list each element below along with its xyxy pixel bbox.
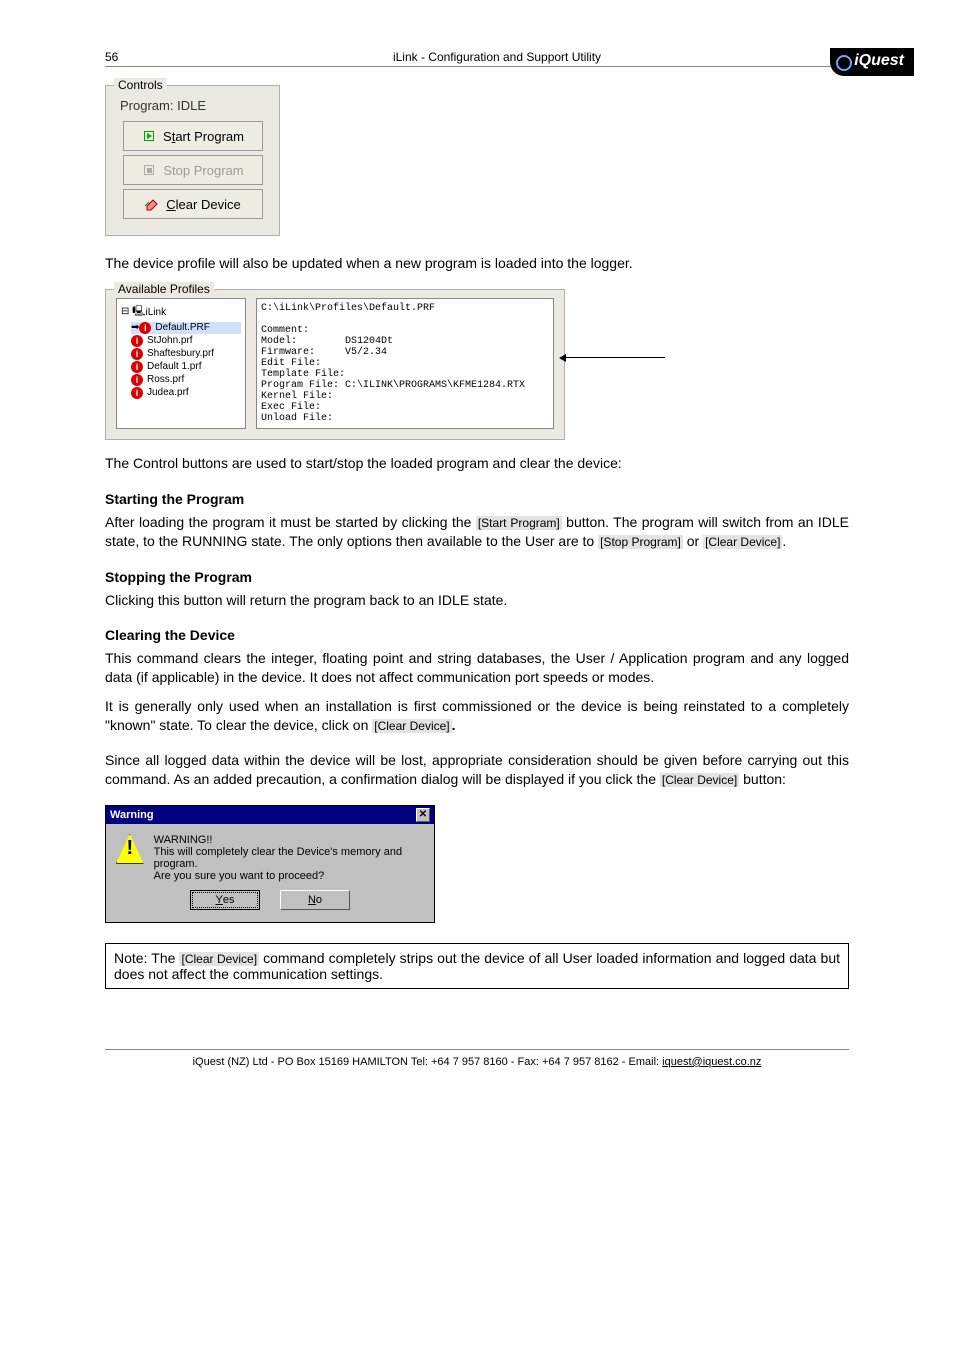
page-header: 56 iLink - Configuration and Support Uti… [105,50,849,67]
footer-email-link[interactable]: iquest@iquest.co.nz [662,1056,761,1068]
clear-device-label: [Clear Device] [179,952,259,966]
heading-clearing: Clearing the Device [105,627,849,643]
close-icon[interactable]: ✕ [416,808,430,822]
eraser-icon [144,196,160,212]
paragraph-clearing-1: This command clears the integer, floatin… [105,649,849,687]
profiles-legend: Available Profiles [114,282,214,296]
dialog-titlebar: Warning ✕ [106,806,434,824]
tree-item[interactable]: iRoss.prf [131,374,241,386]
profiles-tree[interactable]: ⊟ 🖳 iLink ➡iDefault.PRF iStJohn.prf iSha… [116,298,246,429]
paragraph-profile-update: The device profile will also be updated … [105,254,849,273]
tree-item[interactable]: iShaftesbury.prf [131,348,241,360]
start-program-label: [Start Program] [476,516,562,530]
warning-icon: ! [116,834,144,864]
tree-item[interactable]: iJudea.prf [131,387,241,399]
warning-dialog: Warning ✕ ! WARNING!! This will complete… [105,805,435,923]
paragraph-stopping: Clicking this button will return the pro… [105,591,849,610]
callout-arrow [565,357,665,358]
stop-program-button: Stop Program [123,155,263,185]
page-footer: iQuest (NZ) Ltd - PO Box 15169 HAMILTON … [105,1049,849,1068]
controls-legend: Controls [114,78,167,92]
brand-logo: iQuest [830,48,914,76]
profile-detail-text: C:\iLink\Profiles\Default.PRF Comment: M… [256,298,554,429]
no-button[interactable]: No [280,890,350,910]
clear-device-button[interactable]: Clear Device [123,189,263,219]
available-profiles-groupbox: Available Profiles ⊟ 🖳 iLink ➡iDefault.P… [105,289,565,440]
info-icon: i [131,335,143,347]
stop-icon [141,162,157,178]
info-icon: i [139,322,151,334]
warning-message: WARNING!! This will completely clear the… [154,834,424,882]
info-icon: i [131,374,143,386]
header-title: iLink - Configuration and Support Utilit… [145,50,849,64]
start-program-button[interactable]: Start Program [123,121,263,151]
controls-groupbox: Controls Program: IDLE Start Program Sto… [105,85,280,236]
clear-device-label: [Clear Device] [703,535,782,549]
info-icon: i [131,348,143,360]
heading-starting: Starting the Program [105,491,849,507]
paragraph-clearing-3: Since all logged data within the device … [105,751,849,789]
tree-item[interactable]: iStJohn.prf [131,335,241,347]
paragraph-starting: After loading the program it must be sta… [105,513,849,551]
tree-root[interactable]: ⊟ 🖳 iLink [121,304,241,321]
info-icon: i [131,387,143,399]
page-number: 56 [105,50,145,64]
stop-program-label: [Stop Program] [598,535,683,549]
play-icon [141,128,157,144]
paragraph-controls-intro: The Control buttons are used to start/st… [105,454,849,473]
clear-device-label: [Clear Device] [660,773,739,787]
clear-device-label: [Clear Device] [372,719,451,733]
tree-item[interactable]: iDefault 1.prf [131,361,241,373]
tree-item[interactable]: ➡iDefault.PRF [131,322,241,334]
heading-stopping: Stopping the Program [105,569,849,585]
info-icon: i [131,361,143,373]
yes-button[interactable]: Yes [190,890,260,910]
paragraph-clearing-2: It is generally only used when an instal… [105,697,849,735]
note-box: Note: The [Clear Device] command complet… [105,943,849,989]
program-status: Program: IDLE [120,98,269,113]
